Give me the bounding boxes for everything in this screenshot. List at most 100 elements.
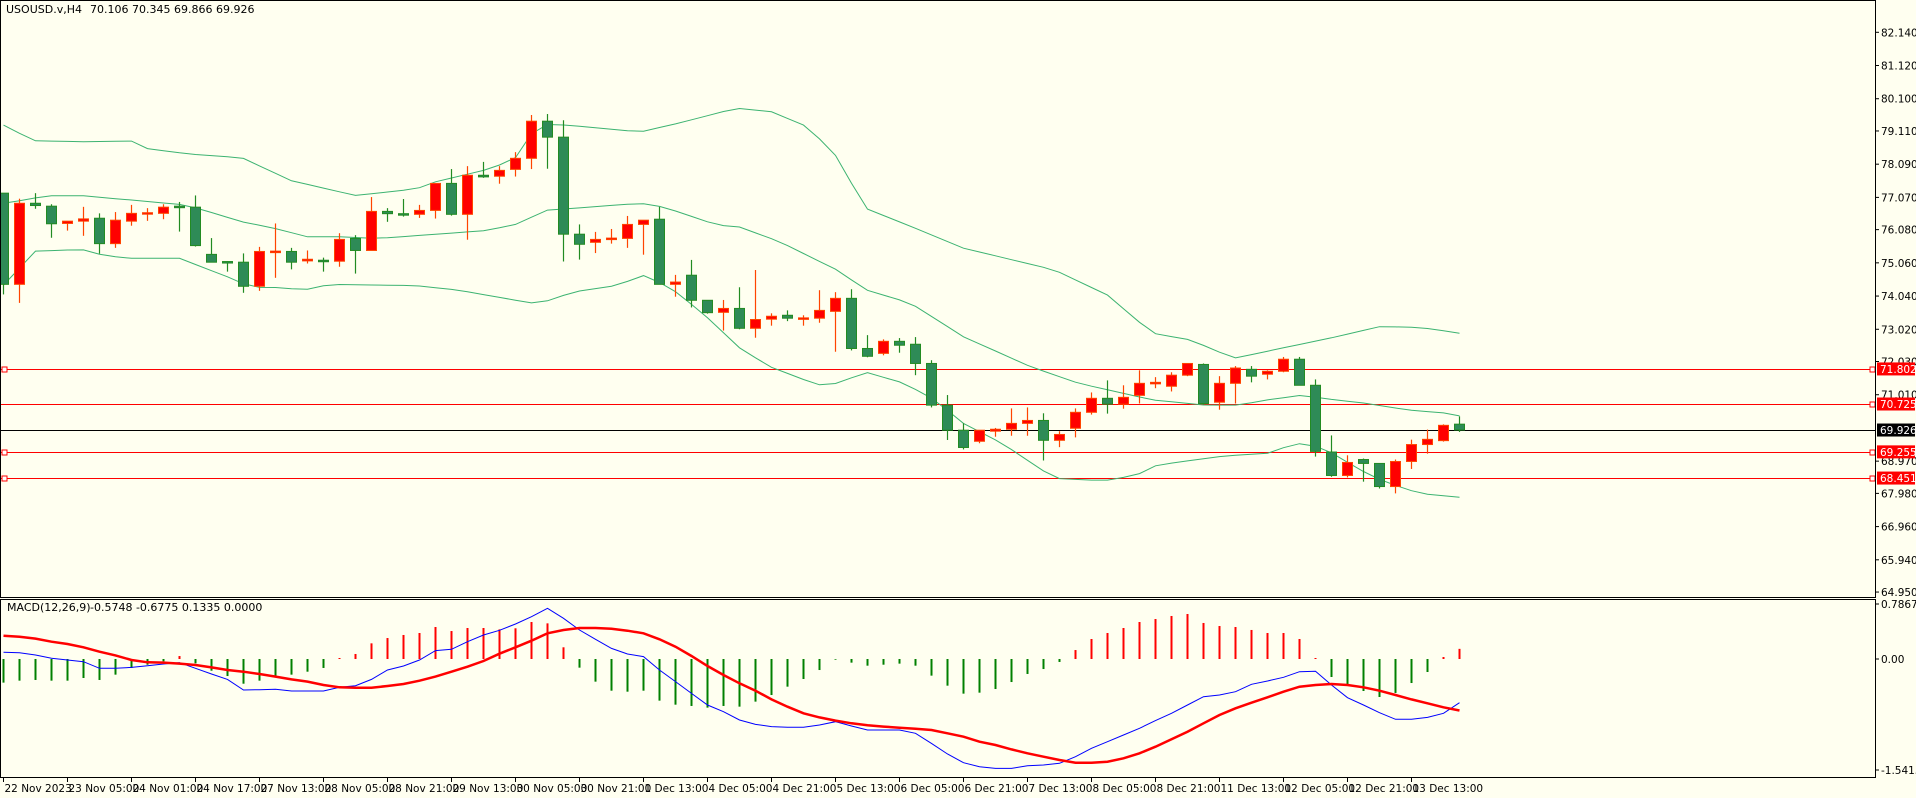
candle-body	[1262, 370, 1273, 375]
bear-candle	[1310, 379, 1321, 457]
candle-body	[1294, 358, 1305, 386]
bull-candle	[878, 339, 889, 356]
level-marker-left	[1, 366, 8, 373]
candle-body	[1230, 367, 1241, 384]
time-tick-label: 23 Nov 05:00	[69, 783, 140, 795]
bull-candle	[974, 429, 985, 444]
price-tick-label: 79.110	[1881, 126, 1916, 138]
candle-body	[894, 340, 905, 346]
candle-body	[1198, 363, 1209, 405]
trading-chart[interactable]: USOUSD.v,H4 70.106 70.345 69.866 69.926 …	[0, 0, 1916, 798]
candle-body	[622, 223, 633, 239]
candle-body	[830, 297, 841, 312]
candle-body	[110, 219, 121, 245]
candle-body	[398, 213, 409, 216]
time-tick-label: 5 Dec 13:00	[837, 783, 901, 795]
time-tick-label: 30 Nov 05:00	[517, 783, 588, 795]
candle-body	[478, 174, 489, 178]
candle-body	[1006, 422, 1017, 430]
candle-body	[1102, 397, 1113, 405]
candle-body	[990, 428, 1001, 432]
time-tick-label: 8 Dec 05:00	[1093, 783, 1157, 795]
candle-body	[1118, 396, 1129, 405]
bear-candle	[926, 360, 937, 408]
price-tick-label: 73.020	[1881, 324, 1916, 336]
bear-candle	[846, 289, 857, 351]
bull-candle	[1278, 356, 1289, 373]
candle-body	[1054, 433, 1065, 441]
level-marker-right	[1869, 401, 1876, 408]
macd-tick-label: -1.5415	[1881, 765, 1916, 777]
candle-body	[302, 258, 313, 262]
candle-body	[750, 319, 761, 329]
candle-body	[654, 218, 665, 285]
time-tick-label: 1 Dec 13:00	[645, 783, 709, 795]
level-marker-left	[1, 449, 8, 456]
level-price-label: 69.255	[1880, 447, 1916, 459]
bull-candle	[1182, 362, 1193, 377]
candle-body	[1278, 358, 1289, 372]
price-tick-label: 64.950	[1881, 587, 1916, 599]
candle-body	[574, 233, 585, 245]
time-tick-label: 4 Dec 05:00	[709, 783, 773, 795]
candle-body	[862, 347, 873, 357]
time-tick-label: 13 Dec 13:00	[1413, 783, 1484, 795]
candle-body	[238, 261, 249, 287]
candle-body	[1438, 424, 1449, 442]
candle-body	[878, 340, 889, 354]
candle-body	[926, 362, 937, 406]
candle-body	[638, 219, 649, 225]
price-tick-label: 75.060	[1881, 258, 1916, 270]
candle-body	[702, 299, 713, 314]
candle-body	[158, 206, 169, 214]
bull-candle	[1438, 424, 1449, 442]
candle-body	[1022, 419, 1033, 424]
time-tick-label: 6 Dec 05:00	[901, 783, 965, 795]
price-tick-label: 67.980	[1881, 488, 1916, 500]
candle-body	[270, 250, 281, 254]
bear-candle	[1294, 356, 1305, 386]
candle-body	[766, 315, 777, 320]
candle-body	[222, 261, 233, 264]
candle-body	[1422, 438, 1433, 446]
candle-body	[1070, 411, 1081, 429]
candle-body	[0, 192, 9, 285]
candle-body	[46, 205, 57, 225]
time-tick-label: 12 Dec 05:00	[1285, 783, 1356, 795]
level-marker-right	[1869, 449, 1876, 456]
candle-body	[1182, 362, 1193, 376]
candle-body	[1038, 419, 1049, 441]
price-tick-label: 66.960	[1881, 522, 1916, 534]
price-tick-label: 78.090	[1881, 159, 1916, 171]
candle-body	[78, 218, 89, 222]
bear-candle	[702, 299, 713, 314]
candle-body	[142, 212, 153, 215]
candle-body	[462, 174, 473, 215]
candle-body	[190, 206, 201, 247]
price-tick-label: 76.080	[1881, 225, 1916, 237]
level-price-label: 71.802	[1880, 364, 1916, 376]
time-tick-label: 12 Dec 21:00	[1349, 783, 1420, 795]
level-marker-left	[1, 475, 8, 482]
candle-body	[910, 343, 921, 364]
candle-body	[590, 238, 601, 243]
candle-body	[1166, 374, 1177, 387]
candle-body	[526, 120, 537, 159]
time-tick-label: 27 Nov 13:00	[261, 783, 332, 795]
candle-body	[846, 297, 857, 349]
candle-body	[558, 136, 569, 235]
candle-body	[542, 120, 553, 138]
time-tick-label: 28 Nov 21:00	[389, 783, 460, 795]
price-tick-label: 65.940	[1881, 555, 1916, 567]
bid-price-label: 69.926	[1880, 425, 1916, 437]
bear-candle	[0, 192, 9, 295]
candle-body	[286, 250, 297, 263]
candle-body	[174, 205, 185, 209]
candle-body	[254, 250, 265, 287]
candle-body	[30, 202, 41, 207]
candle-body	[350, 237, 361, 251]
candle-body	[318, 259, 329, 263]
macd-label: MACD(12,26,9)	[7, 601, 91, 614]
time-tick-label: 24 Nov 17:00	[197, 783, 268, 795]
bear-candle	[1198, 363, 1209, 405]
